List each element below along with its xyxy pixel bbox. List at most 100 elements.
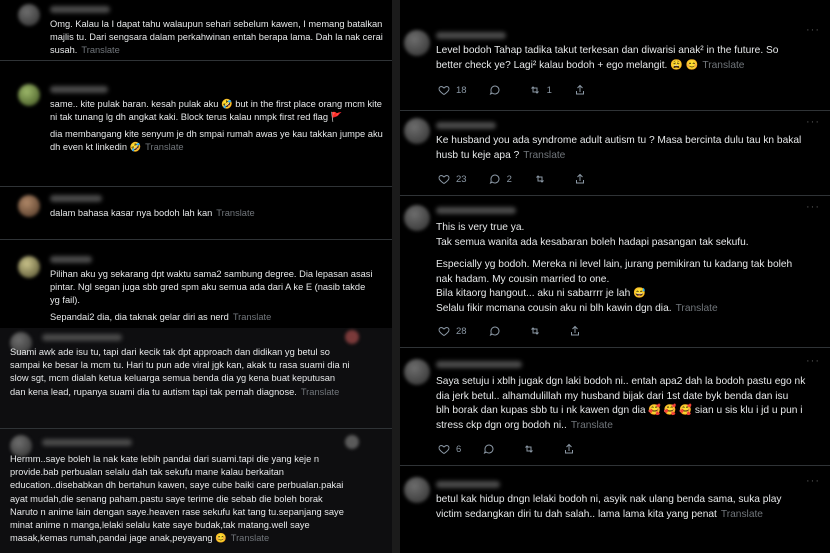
like-button[interactable]: 23 bbox=[438, 173, 467, 185]
avatar[interactable] bbox=[404, 118, 430, 144]
like-count: 28 bbox=[456, 325, 467, 337]
post-text: dalam bahasa kasar nya bodoh lah kan Tran… bbox=[50, 208, 255, 218]
username[interactable] bbox=[50, 256, 92, 263]
avatar bbox=[345, 330, 359, 344]
avatar[interactable] bbox=[18, 4, 40, 26]
reply-icon bbox=[489, 174, 500, 184]
share-button[interactable] bbox=[569, 325, 587, 337]
translate-link[interactable]: Translate bbox=[523, 150, 565, 161]
post-text-continued: Especially yg bodoh. Mereka ni level lai… bbox=[436, 259, 793, 314]
post-actions: 6 bbox=[438, 443, 603, 455]
list-item[interactable]: Pilihan aku yg sekarang dpt waktu sama2 … bbox=[0, 248, 392, 329]
like-count: 6 bbox=[456, 443, 462, 455]
list-item[interactable]: ··· Saya setuju i xblh jugak dgn laki bo… bbox=[400, 347, 830, 466]
list-item[interactable]: ··· This is very true ya. Tak semua wani… bbox=[400, 195, 830, 348]
more-options-icon[interactable]: ··· bbox=[806, 116, 820, 128]
reply-button[interactable] bbox=[483, 443, 501, 455]
retweet-button[interactable] bbox=[523, 443, 541, 455]
translate-link[interactable]: Translate bbox=[676, 303, 718, 314]
list-item[interactable]: same.. kite pulak baran. kesah pulak aku… bbox=[0, 78, 392, 168]
username[interactable] bbox=[50, 86, 108, 93]
retweet-button[interactable]: 1 bbox=[529, 84, 552, 96]
list-item[interactable]: ··· betul kak hidup dngn lelaki bodoh ni… bbox=[400, 465, 830, 553]
retweet-button[interactable] bbox=[534, 173, 552, 185]
post-text: Saya setuju i xblh jugak dgn laki bodoh … bbox=[436, 376, 806, 431]
retweet-icon bbox=[530, 327, 539, 335]
post-text-continued: dia membangang kite senyum je dh smpai r… bbox=[50, 129, 383, 153]
reply-button[interactable] bbox=[489, 325, 507, 337]
post-text: same.. kite pulak baran. kesah pulak aku… bbox=[50, 99, 382, 123]
post-text-continued: Sepandai2 dia, dia taknak gelar diri as … bbox=[50, 312, 272, 322]
translate-link[interactable]: Translate bbox=[216, 208, 254, 218]
retweet-icon bbox=[536, 175, 544, 183]
username[interactable] bbox=[50, 195, 102, 202]
reply-icon bbox=[489, 326, 500, 336]
retweet-icon bbox=[530, 86, 539, 94]
like-count: 18 bbox=[456, 84, 467, 96]
avatar bbox=[345, 435, 359, 449]
more-options-icon[interactable]: ··· bbox=[806, 355, 820, 367]
translate-link[interactable]: Translate bbox=[702, 60, 744, 71]
like-button[interactable]: 28 bbox=[438, 325, 467, 337]
reply-button[interactable] bbox=[489, 84, 507, 96]
username[interactable] bbox=[436, 32, 506, 39]
avatar[interactable] bbox=[404, 30, 430, 56]
list-item[interactable]: Hermm..saye boleh la nak kate lebih pand… bbox=[0, 428, 392, 553]
post-text: Level bodoh Tahap tadika takut terkesan … bbox=[436, 45, 779, 71]
post-text: Ke husband you ada syndrome adult autism… bbox=[436, 135, 802, 161]
translate-link[interactable]: Translate bbox=[81, 45, 119, 55]
post-text: Suami awk ade isu tu, tapi dari kecik ta… bbox=[10, 347, 350, 397]
translate-link[interactable]: Translate bbox=[233, 312, 271, 322]
heart-icon bbox=[438, 174, 450, 185]
more-options-icon[interactable]: ··· bbox=[806, 201, 820, 213]
avatar[interactable] bbox=[18, 256, 40, 278]
username[interactable] bbox=[436, 481, 500, 488]
list-item[interactable]: ··· Ke husband you ada syndrome adult au… bbox=[400, 110, 830, 196]
more-options-icon[interactable]: ··· bbox=[806, 24, 820, 36]
retweet-icon bbox=[525, 445, 534, 453]
reply-icon bbox=[489, 85, 500, 95]
like-button[interactable]: 6 bbox=[438, 443, 461, 455]
post-text: This is very true ya. Tak semua wanita a… bbox=[436, 222, 749, 248]
avatar[interactable] bbox=[18, 195, 40, 217]
avatar[interactable] bbox=[404, 359, 430, 385]
like-button[interactable]: 18 bbox=[438, 84, 467, 96]
list-item[interactable]: dalam bahasa kasar nya bodoh lah kan Tran… bbox=[0, 186, 392, 240]
list-item[interactable]: ··· Level bodoh Tahap tadika takut terke… bbox=[400, 0, 830, 111]
share-button[interactable] bbox=[574, 173, 592, 185]
username[interactable] bbox=[436, 207, 516, 214]
translate-link[interactable]: Translate bbox=[721, 509, 763, 520]
share-button[interactable] bbox=[563, 443, 581, 455]
list-item[interactable]: Omg. Kalau la I dapat tahu walaupun seha… bbox=[0, 0, 392, 61]
username[interactable] bbox=[42, 334, 122, 341]
list-item[interactable]: Suami awk ade isu tu, tapi dari kecik ta… bbox=[0, 328, 392, 429]
reply-icon bbox=[483, 444, 494, 454]
translate-link[interactable]: Translate bbox=[145, 142, 183, 152]
username[interactable] bbox=[42, 439, 132, 446]
post-actions: 23 2 bbox=[438, 173, 614, 185]
translate-link[interactable]: Translate bbox=[231, 533, 269, 543]
share-icon bbox=[570, 325, 579, 336]
heart-icon bbox=[438, 326, 450, 337]
username[interactable] bbox=[50, 6, 110, 13]
share-icon bbox=[565, 443, 574, 454]
post-actions: 28 bbox=[438, 325, 609, 337]
avatar[interactable] bbox=[404, 477, 430, 503]
share-button[interactable] bbox=[574, 84, 592, 96]
reply-button[interactable]: 2 bbox=[489, 173, 512, 185]
avatar[interactable] bbox=[404, 205, 430, 231]
avatar[interactable] bbox=[18, 84, 40, 106]
share-icon bbox=[575, 84, 584, 95]
more-options-icon[interactable]: ··· bbox=[806, 475, 820, 487]
post-actions: 18 1 bbox=[438, 84, 614, 96]
retweet-button[interactable] bbox=[529, 325, 547, 337]
username[interactable] bbox=[436, 122, 496, 129]
post-text: Hermm..saye boleh la nak kate lebih pand… bbox=[10, 454, 344, 544]
post-text: betul kak hidup dngn lelaki bodoh ni, as… bbox=[436, 494, 782, 520]
translate-link[interactable]: Translate bbox=[571, 420, 613, 431]
reply-count: 2 bbox=[506, 173, 512, 185]
username[interactable] bbox=[436, 361, 522, 368]
like-count: 23 bbox=[456, 173, 467, 185]
translate-link[interactable]: Translate bbox=[301, 387, 339, 397]
share-icon bbox=[575, 173, 584, 184]
